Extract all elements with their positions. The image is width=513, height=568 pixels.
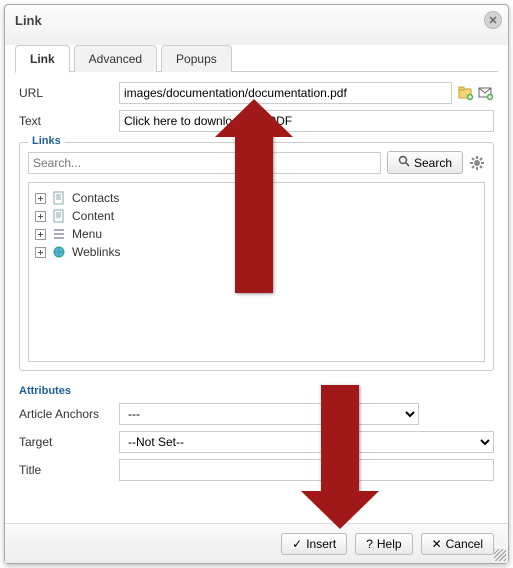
menu-icon bbox=[52, 227, 66, 241]
search-button[interactable]: Search bbox=[387, 151, 463, 174]
help-button[interactable]: ? Help bbox=[355, 533, 412, 555]
tab-bar: Link Advanced Popups bbox=[5, 37, 508, 72]
search-icon bbox=[398, 155, 410, 170]
tree-label: Contacts bbox=[72, 191, 119, 205]
gear-icon[interactable] bbox=[469, 155, 485, 171]
title-row: Title bbox=[19, 459, 494, 481]
cancel-button-label: Cancel bbox=[446, 537, 483, 551]
page-icon bbox=[52, 191, 66, 205]
text-input[interactable] bbox=[119, 110, 494, 132]
tab-popups[interactable]: Popups bbox=[161, 45, 232, 72]
url-label: URL bbox=[19, 86, 119, 100]
folder-plus-icon[interactable] bbox=[458, 85, 474, 101]
dialog-title: Link bbox=[15, 13, 42, 28]
tree-label: Menu bbox=[72, 227, 102, 241]
attributes-section: Attributes Article Anchors --- Target --… bbox=[19, 381, 494, 491]
title-label: Title bbox=[19, 463, 119, 477]
text-label: Text bbox=[19, 114, 119, 128]
close-icon: ✕ bbox=[432, 537, 442, 551]
question-icon: ? bbox=[366, 537, 373, 551]
insert-button[interactable]: ✓ Insert bbox=[281, 533, 347, 555]
annotation-arrow-down bbox=[321, 385, 359, 495]
expand-icon[interactable] bbox=[35, 247, 46, 258]
close-button[interactable]: ✕ bbox=[484, 11, 502, 29]
tree-label: Weblinks bbox=[72, 245, 120, 259]
link-dialog: Link ✕ Link Advanced Popups URL Text bbox=[4, 4, 509, 564]
links-legend: Links bbox=[28, 135, 65, 147]
anchors-select[interactable]: --- bbox=[119, 403, 419, 425]
search-button-label: Search bbox=[414, 156, 452, 170]
target-select[interactable]: --Not Set-- bbox=[119, 431, 494, 453]
tree-label: Content bbox=[72, 209, 114, 223]
close-icon: ✕ bbox=[488, 15, 497, 27]
envelope-plus-icon[interactable] bbox=[478, 85, 494, 101]
annotation-arrow-up bbox=[235, 133, 273, 293]
anchors-label: Article Anchors bbox=[19, 407, 119, 421]
attributes-legend: Attributes bbox=[19, 385, 494, 397]
title-input[interactable] bbox=[119, 459, 494, 481]
target-row: Target --Not Set-- bbox=[19, 431, 494, 453]
expand-icon[interactable] bbox=[35, 229, 46, 240]
target-label: Target bbox=[19, 435, 119, 449]
globe-icon bbox=[52, 245, 66, 259]
anchors-row: Article Anchors --- bbox=[19, 403, 494, 425]
check-icon: ✓ bbox=[292, 537, 302, 551]
resize-grip[interactable] bbox=[494, 549, 506, 561]
tab-link[interactable]: Link bbox=[15, 45, 70, 73]
titlebar: Link ✕ bbox=[5, 5, 508, 37]
page-icon bbox=[52, 209, 66, 223]
insert-button-label: Insert bbox=[306, 537, 336, 551]
url-action-icons bbox=[458, 85, 494, 101]
expand-icon[interactable] bbox=[35, 193, 46, 204]
expand-icon[interactable] bbox=[35, 211, 46, 222]
help-button-label: Help bbox=[377, 537, 402, 551]
search-input[interactable] bbox=[28, 152, 381, 174]
dialog-footer: ✓ Insert ? Help ✕ Cancel bbox=[5, 523, 508, 563]
tab-advanced[interactable]: Advanced bbox=[74, 45, 157, 72]
cancel-button[interactable]: ✕ Cancel bbox=[421, 533, 494, 555]
